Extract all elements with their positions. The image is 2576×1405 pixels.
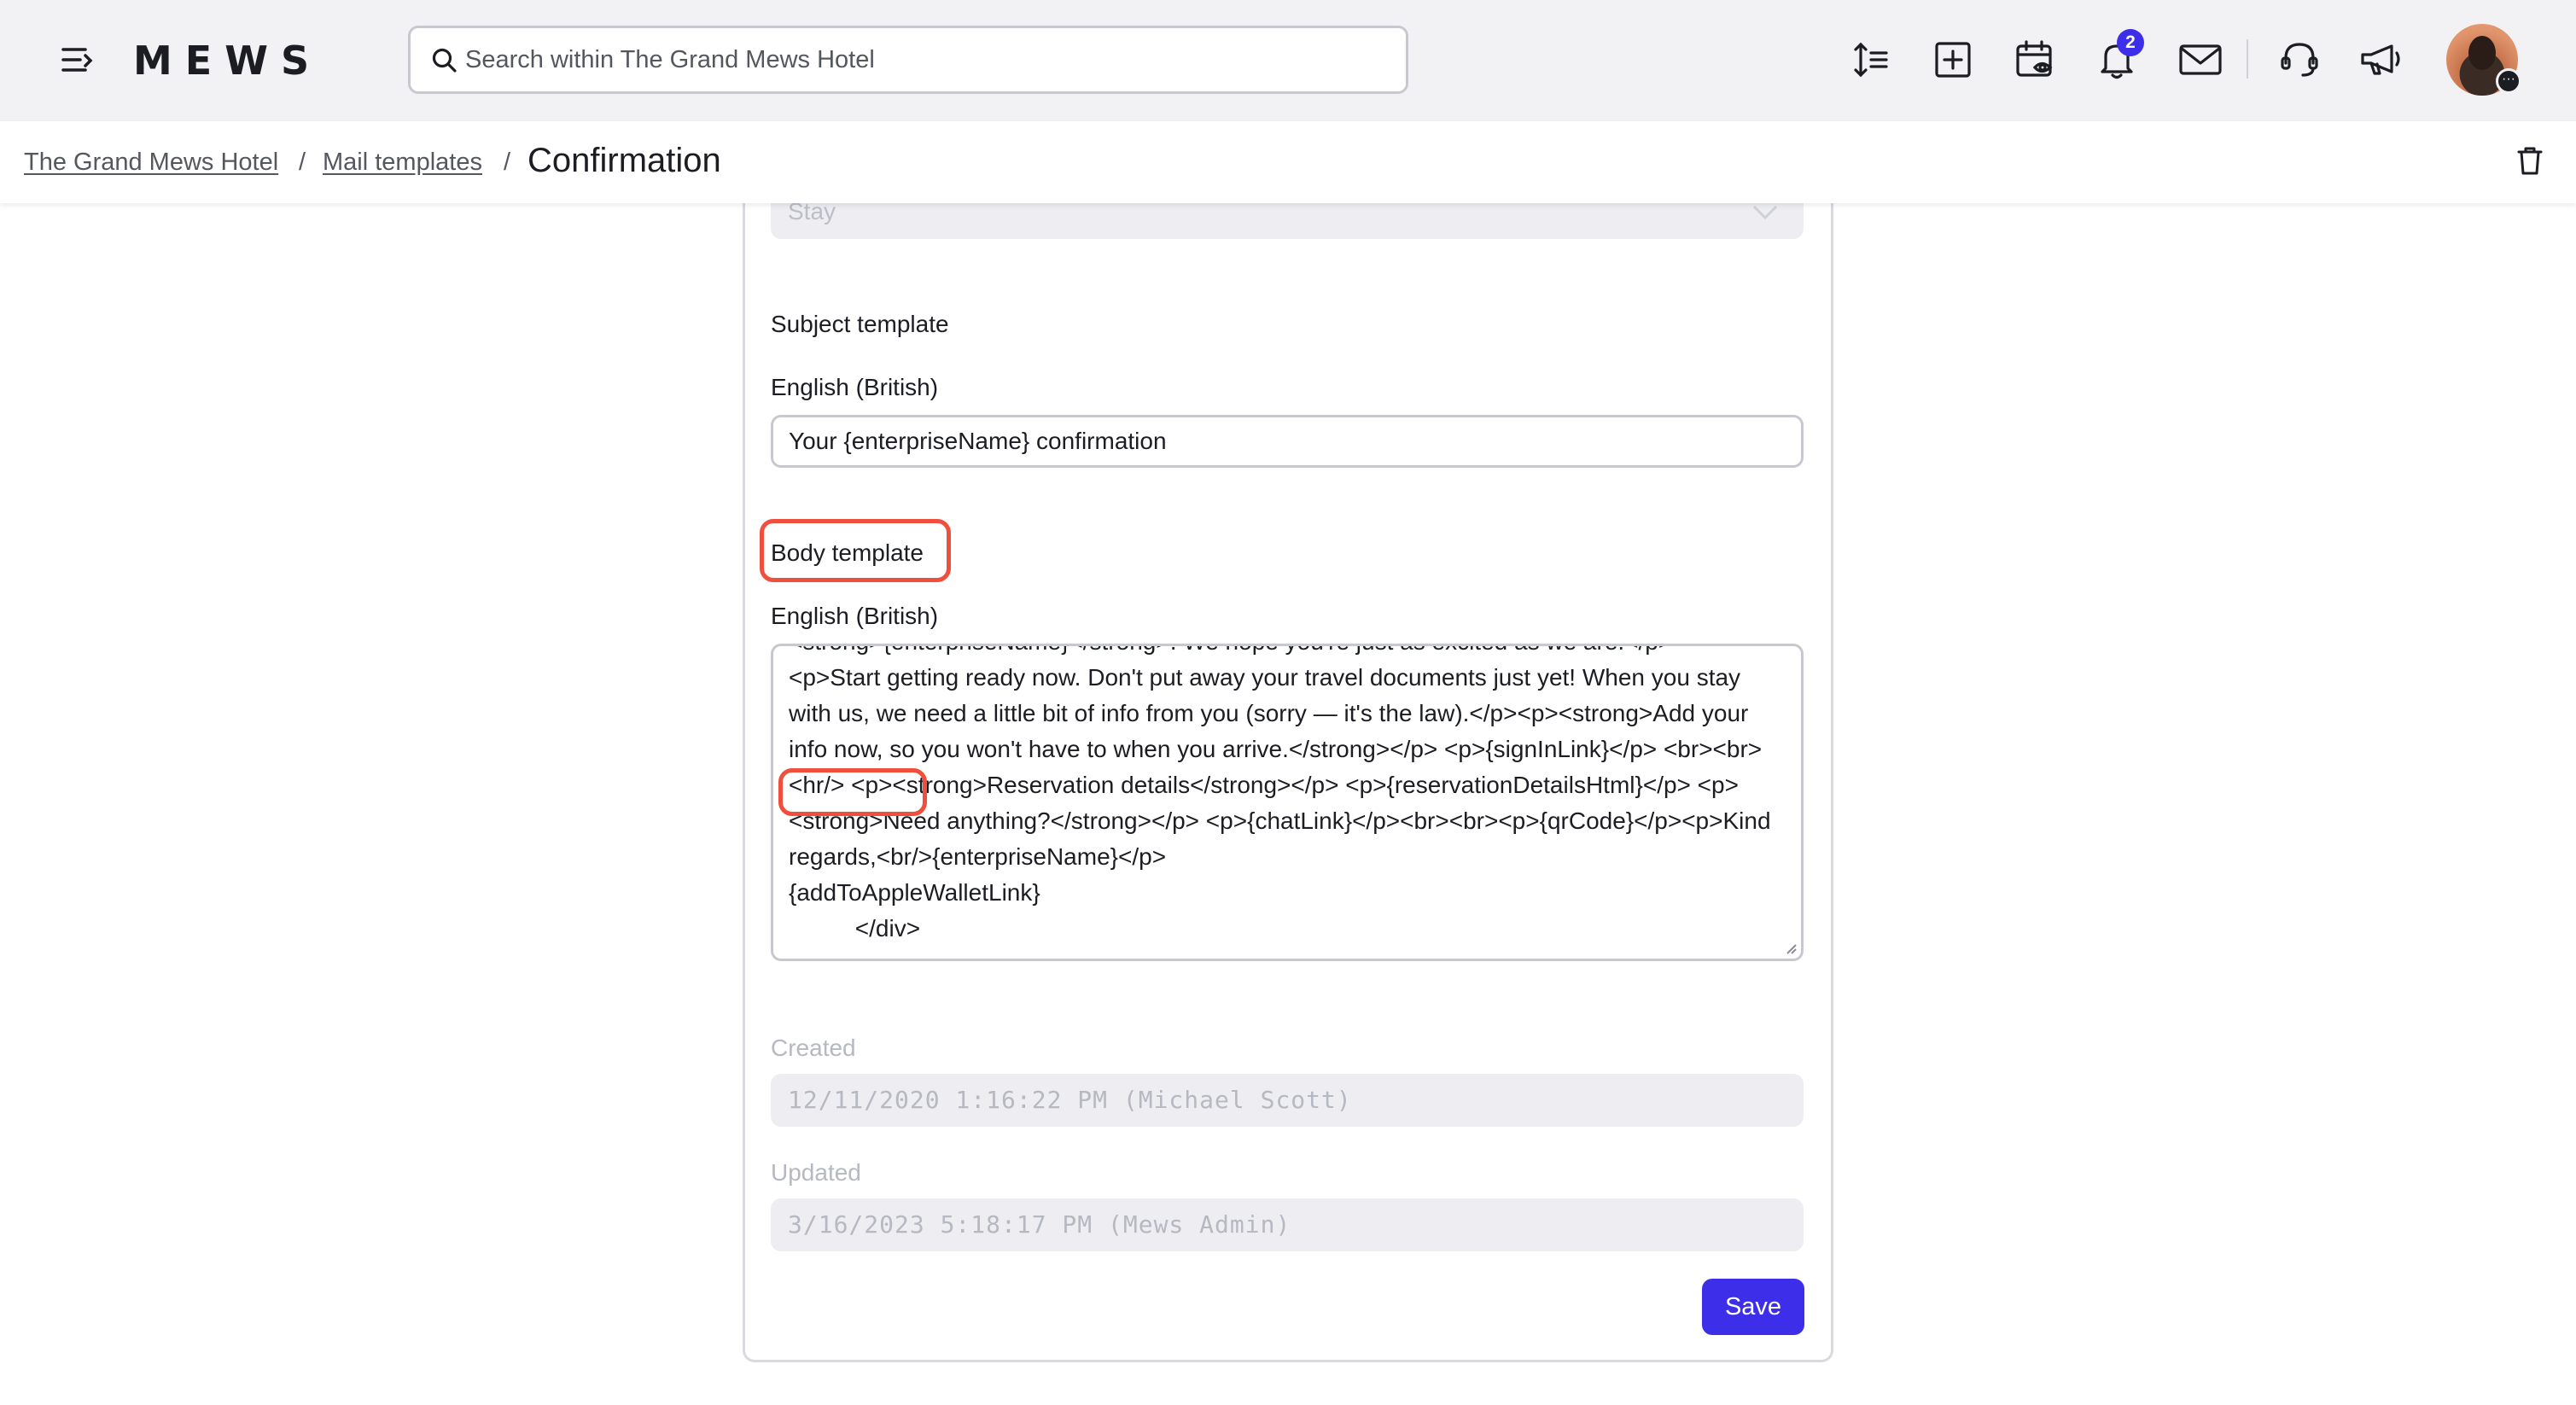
- search-box[interactable]: [408, 26, 1408, 94]
- body-template-content: <strong>{enterpriseName}</strong>. We ho…: [789, 646, 1771, 942]
- subject-language-label: English (British): [771, 374, 939, 400]
- breadcrumb-separator: /: [299, 149, 306, 176]
- sort-lines-icon[interactable]: [1849, 38, 1893, 82]
- chevron-down-icon: [1753, 206, 1777, 220]
- breadcrumb-separator: /: [504, 149, 511, 176]
- body-template-textarea[interactable]: <strong>{enterpriseName}</strong>. We ho…: [771, 644, 1804, 961]
- save-button[interactable]: Save: [1702, 1279, 1804, 1335]
- plus-square-icon[interactable]: [1931, 38, 1975, 82]
- body-template-heading: Body template: [771, 539, 924, 566]
- notification-badge: 2: [2117, 29, 2144, 56]
- subject-template-input[interactable]: Your {enterpriseName} confirmation: [771, 415, 1804, 468]
- breadcrumb: The Grand Mews Hotel / Mail templates / …: [0, 121, 2576, 203]
- resize-handle-icon[interactable]: [1784, 942, 1798, 955]
- mail-icon[interactable]: [2178, 38, 2223, 82]
- search-icon: [432, 48, 457, 73]
- avatar-more-icon[interactable]: ···: [2496, 68, 2521, 94]
- created-field: 12/11/2020 1:16:22 PM (Michael Scott): [771, 1074, 1804, 1127]
- search-input[interactable]: [465, 28, 1387, 91]
- breadcrumb-hotel-link[interactable]: The Grand Mews Hotel: [24, 149, 278, 177]
- top-bar: MEWS 2: [0, 0, 2576, 121]
- hamburger-icon[interactable]: [60, 43, 96, 77]
- created-label: Created: [771, 1035, 856, 1061]
- delete-trash-icon[interactable]: [2516, 145, 2544, 180]
- mews-logo[interactable]: MEWS: [133, 38, 322, 84]
- subject-template-heading: Subject template: [771, 311, 949, 337]
- page-title: Confirmation: [527, 142, 721, 179]
- updated-field: 3/16/2023 5:18:17 PM (Mews Admin): [771, 1198, 1804, 1251]
- breadcrumb-mail-templates-link[interactable]: Mail templates: [323, 149, 482, 177]
- megaphone-icon[interactable]: [2359, 38, 2404, 82]
- toolbar-divider: [2247, 39, 2248, 79]
- updated-label: Updated: [771, 1159, 861, 1186]
- calendar-eye-icon[interactable]: [2013, 38, 2057, 82]
- headset-icon[interactable]: [2277, 38, 2322, 82]
- body-language-label: English (British): [771, 603, 939, 629]
